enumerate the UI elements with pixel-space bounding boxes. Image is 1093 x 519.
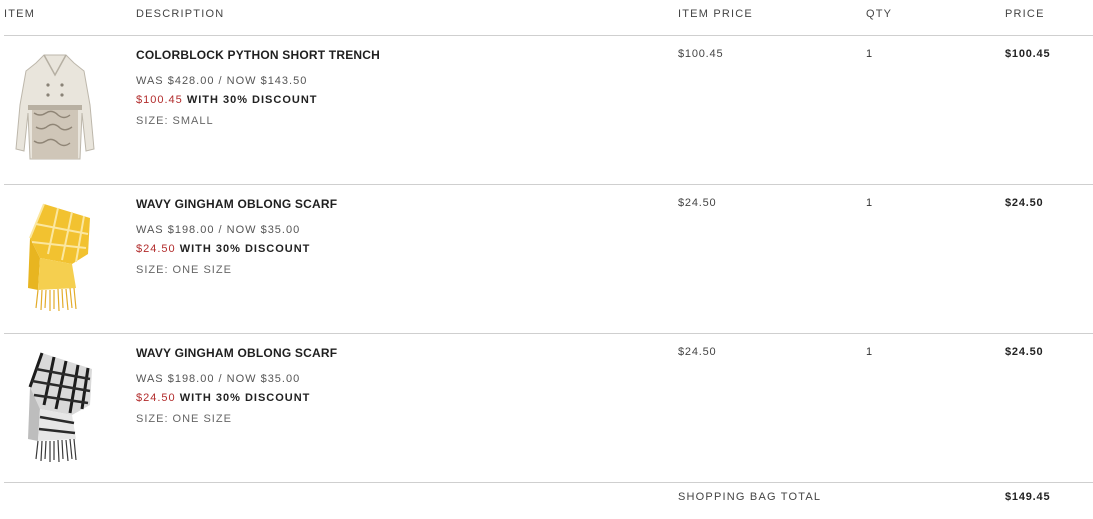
total-divider <box>4 482 1093 483</box>
header-item: ITEM <box>4 8 36 20</box>
trench-coat-thumbnail[interactable] <box>14 49 96 165</box>
product-name[interactable]: COLORBLOCK PYTHON SHORT TRENCH <box>136 48 380 62</box>
discount-price: $24.50 <box>136 392 176 404</box>
cart-row: COLORBLOCK PYTHON SHORT TRENCH WAS $428.… <box>0 35 1093 184</box>
item-price: $100.45 <box>678 48 724 60</box>
size-label: SIZE: ONE SIZE <box>136 264 232 276</box>
shopping-bag-total-value: $149.45 <box>1005 491 1051 503</box>
size-label: SIZE: SMALL <box>136 115 214 127</box>
header-description: DESCRIPTION <box>136 8 225 20</box>
yellow-scarf-thumbnail[interactable] <box>14 198 96 314</box>
header-item-price: ITEM PRICE <box>678 8 753 20</box>
quantity: 1 <box>866 197 873 209</box>
discount-line: $24.50 WITH 30% DISCOUNT <box>136 243 310 255</box>
discount-text: WITH 30% DISCOUNT <box>186 94 318 106</box>
item-price: $24.50 <box>678 346 717 358</box>
discount-price: $24.50 <box>136 243 176 255</box>
cart-row: WAVY GINGHAM OBLONG SCARF WAS $198.00 / … <box>0 333 1093 482</box>
product-name[interactable]: WAVY GINGHAM OBLONG SCARF <box>136 197 337 211</box>
quantity: 1 <box>866 48 873 60</box>
discount-line: $24.50 WITH 30% DISCOUNT <box>136 392 310 404</box>
quantity: 1 <box>866 346 873 358</box>
discount-text: WITH 30% DISCOUNT <box>179 392 311 404</box>
cart-row: WAVY GINGHAM OBLONG SCARF WAS $198.00 / … <box>0 184 1093 333</box>
header-qty: QTY <box>866 8 893 20</box>
discount-price: $100.45 <box>136 94 183 106</box>
black-white-scarf-thumbnail[interactable] <box>14 347 96 463</box>
shopping-bag-total-label: SHOPPING BAG TOTAL <box>678 491 822 503</box>
product-name[interactable]: WAVY GINGHAM OBLONG SCARF <box>136 346 337 360</box>
line-price: $100.45 <box>1005 48 1051 60</box>
was-now-price: WAS $428.00 / NOW $143.50 <box>136 75 308 87</box>
discount-line: $100.45 WITH 30% DISCOUNT <box>136 94 318 106</box>
was-now-price: WAS $198.00 / NOW $35.00 <box>136 373 301 385</box>
header-price: PRICE <box>1005 8 1045 20</box>
line-price: $24.50 <box>1005 197 1044 209</box>
line-price: $24.50 <box>1005 346 1044 358</box>
was-now-price: WAS $198.00 / NOW $35.00 <box>136 224 301 236</box>
discount-text: WITH 30% DISCOUNT <box>179 243 311 255</box>
size-label: SIZE: ONE SIZE <box>136 413 232 425</box>
item-price: $24.50 <box>678 197 717 209</box>
